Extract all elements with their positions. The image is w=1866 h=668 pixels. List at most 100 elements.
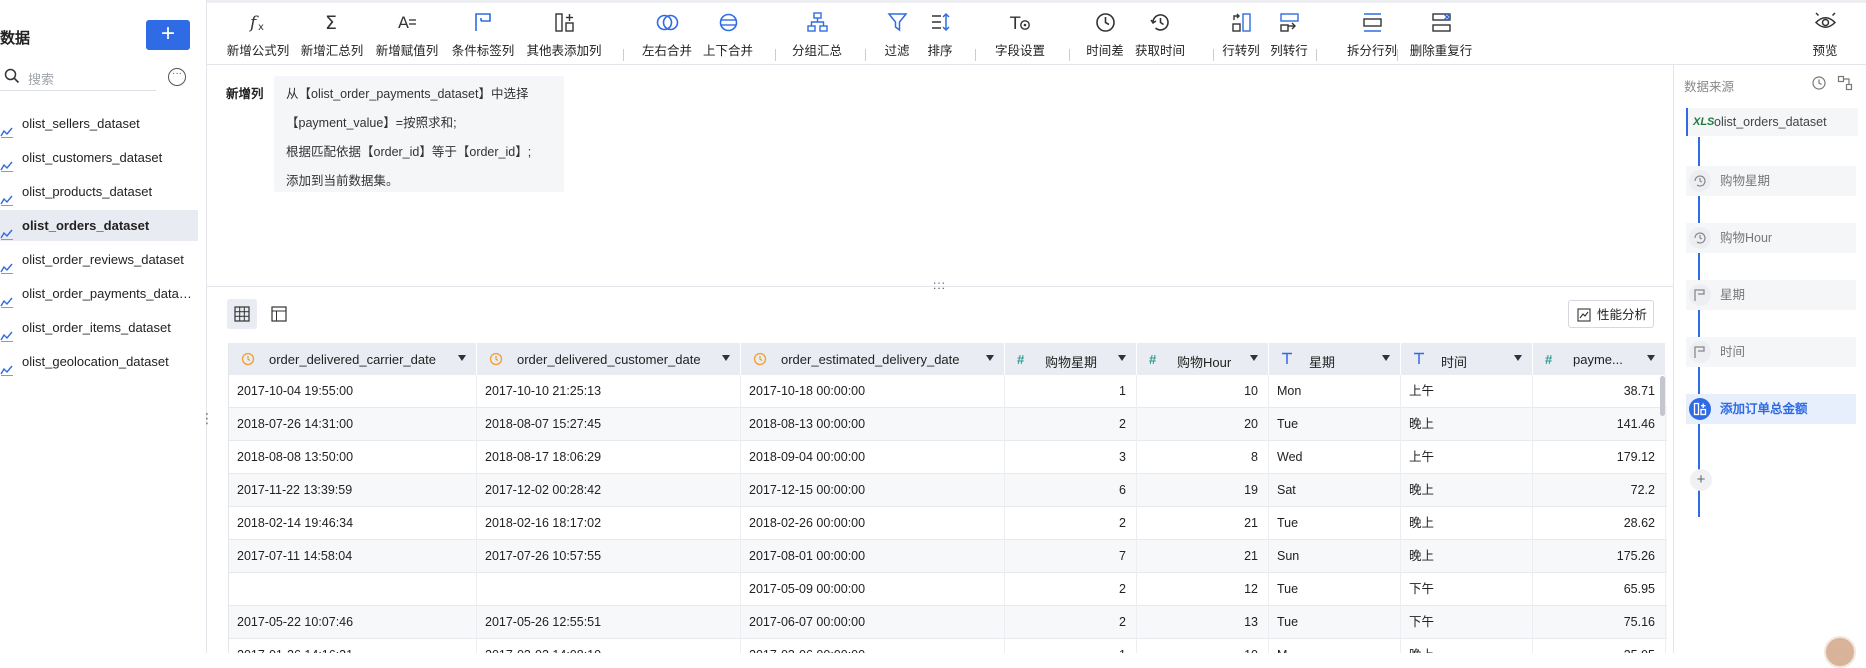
table-cell[interactable]: 2017-08-01 00:00:00 xyxy=(741,540,1005,573)
table-cell[interactable]: 2017-05-26 12:55:51 xyxy=(477,606,741,639)
table-cell[interactable]: 1 xyxy=(1005,639,1137,653)
table-cell[interactable]: 2 xyxy=(1005,507,1137,540)
chevron-down-icon[interactable] xyxy=(1647,355,1655,361)
step-item[interactable]: 时间 xyxy=(1686,337,1856,367)
table-cell[interactable]: 2017-07-11 14:58:04 xyxy=(229,540,477,573)
add-step-button[interactable]: + xyxy=(1690,469,1712,491)
table-cell[interactable]: 38.71 xyxy=(1533,375,1666,408)
table-cell[interactable]: 10 xyxy=(1137,375,1269,408)
table-cell[interactable]: 21 xyxy=(1137,540,1269,573)
dataset-item[interactable]: olist_orders_dataset xyxy=(0,210,198,241)
table-cell[interactable]: 晚上 xyxy=(1401,540,1533,573)
table-cell[interactable]: 2 xyxy=(1005,573,1137,606)
dataset-item[interactable]: olist_geolocation_dataset xyxy=(0,346,198,377)
chevron-down-icon[interactable] xyxy=(1514,355,1522,361)
table-cell[interactable]: 晚上 xyxy=(1401,474,1533,507)
dataset-item[interactable]: olist_order_payments_dataset xyxy=(0,278,198,309)
toolbar-button-group[interactable]: 分组汇总 xyxy=(777,9,857,59)
toolbar-button-table-add[interactable]: 其他表添加列 xyxy=(524,9,604,59)
table-cell[interactable]: 2017-10-18 00:00:00 xyxy=(741,375,1005,408)
table-cell[interactable]: 2017-06-07 00:00:00 xyxy=(741,606,1005,639)
table-cell[interactable]: Tue xyxy=(1269,507,1401,540)
toolbar-button-clock-refresh[interactable]: 获取时间 xyxy=(1120,9,1200,59)
column-header[interactable]: 时间 xyxy=(1401,343,1533,375)
column-header[interactable]: # payme... xyxy=(1533,343,1666,375)
table-cell[interactable]: 2017-05-09 00:00:00 xyxy=(741,573,1005,606)
table-cell[interactable]: Mon xyxy=(1269,375,1401,408)
table-cell[interactable]: Tue xyxy=(1269,408,1401,441)
table-cell[interactable]: 2 xyxy=(1005,606,1137,639)
table-cell[interactable]: 21 xyxy=(1137,507,1269,540)
table-cell[interactable]: Tue xyxy=(1269,573,1401,606)
table-cell[interactable]: 7 xyxy=(1005,540,1137,573)
dataset-item[interactable]: olist_customers_dataset xyxy=(0,142,198,173)
step-item[interactable]: 购物星期 xyxy=(1686,166,1856,196)
toolbar-button-eye[interactable]: 预览 xyxy=(1785,9,1865,59)
table-cell[interactable]: 上午 xyxy=(1401,375,1533,408)
dataset-item[interactable]: olist_products_dataset xyxy=(0,176,198,207)
column-header[interactable]: order_delivered_carrier_date xyxy=(229,343,477,375)
table-cell[interactable]: Wed xyxy=(1269,441,1401,474)
column-header[interactable]: # 购物星期 xyxy=(1005,343,1137,375)
toolbar-button-col-to-row[interactable]: 列转行 xyxy=(1249,9,1329,59)
table-cell[interactable]: 2017-03-06 00:00:00 xyxy=(741,639,1005,653)
table-cell[interactable]: Tue xyxy=(1269,606,1401,639)
table-cell[interactable]: 2018-02-16 18:17:02 xyxy=(477,507,741,540)
column-header[interactable]: # 购物Hour xyxy=(1137,343,1269,375)
toolbar-button-dedupe[interactable]: 删除重复行 xyxy=(1401,9,1481,59)
table-cell[interactable]: 2017-11-22 13:39:59 xyxy=(229,474,477,507)
table-cell[interactable]: 2017-01-26 14:16:31 xyxy=(229,639,477,653)
table-cell[interactable]: 2017-10-10 21:25:13 xyxy=(477,375,741,408)
chevron-down-icon[interactable] xyxy=(458,355,466,361)
sidebar-resize-handle[interactable]: ⋮ xyxy=(200,410,214,427)
chevron-down-icon[interactable] xyxy=(722,355,730,361)
table-cell[interactable]: 2017-05-22 10:07:46 xyxy=(229,606,477,639)
table-cell[interactable]: 2018-08-13 00:00:00 xyxy=(741,408,1005,441)
toolbar-button-sigma[interactable]: Σ 新增汇总列 xyxy=(292,9,372,59)
source-dataset[interactable]: XLS olist_orders_dataset xyxy=(1686,108,1858,136)
table-cell[interactable]: 下午 xyxy=(1401,606,1533,639)
table-cell[interactable]: Sat xyxy=(1269,474,1401,507)
table-cell[interactable]: 2018-02-14 19:46:34 xyxy=(229,507,477,540)
table-cell[interactable]: 2017-10-04 19:55:00 xyxy=(229,375,477,408)
lineage-icon[interactable] xyxy=(1837,75,1853,91)
performance-analysis-button[interactable]: 性能分析 xyxy=(1568,300,1654,328)
table-cell[interactable] xyxy=(229,573,477,606)
table-cell[interactable]: 75.16 xyxy=(1533,606,1666,639)
table-cell[interactable]: 2 xyxy=(1005,408,1137,441)
table-cell[interactable]: 179.12 xyxy=(1533,441,1666,474)
chevron-down-icon[interactable] xyxy=(1250,355,1258,361)
step-item[interactable]: 添加订单总金额 xyxy=(1686,394,1856,424)
table-cell[interactable]: 2018-09-04 00:00:00 xyxy=(741,441,1005,474)
table-cell[interactable]: 2017-12-02 00:28:42 xyxy=(477,474,741,507)
column-header[interactable]: 星期 xyxy=(1269,343,1401,375)
toolbar-button-field-settings[interactable]: T 字段设置 xyxy=(980,9,1060,59)
table-cell[interactable]: 6 xyxy=(1005,474,1137,507)
table-cell[interactable]: 3 xyxy=(1005,441,1137,474)
table-cell[interactable]: 2017-02-02 14:08:10 xyxy=(477,639,741,653)
dataset-item[interactable]: olist_sellers_dataset xyxy=(0,108,198,139)
table-cell[interactable]: 13 xyxy=(1137,606,1269,639)
table-cell[interactable] xyxy=(477,573,741,606)
table-scrollbar[interactable] xyxy=(1660,376,1665,416)
toolbar-button-sort[interactable]: 排序 xyxy=(900,9,980,59)
history-icon[interactable] xyxy=(1811,75,1827,91)
table-cell[interactable]: 20 xyxy=(1137,408,1269,441)
grid-view-toggle[interactable] xyxy=(227,299,257,329)
toolbar-button-merge-vertical[interactable]: 上下合并 xyxy=(688,9,768,59)
table-cell[interactable]: 上午 xyxy=(1401,441,1533,474)
table-cell[interactable]: 35.95 xyxy=(1533,639,1666,653)
table-cell[interactable]: 2017-12-15 00:00:00 xyxy=(741,474,1005,507)
search-input[interactable]: 搜索 xyxy=(0,64,156,91)
table-cell[interactable]: 65.95 xyxy=(1533,573,1666,606)
table-cell[interactable]: 12 xyxy=(1137,573,1269,606)
table-cell[interactable]: 28.62 xyxy=(1533,507,1666,540)
table-cell[interactable]: 1 xyxy=(1005,375,1137,408)
toolbar-button-flag[interactable]: 条件标签列 xyxy=(443,9,523,59)
avatar[interactable] xyxy=(1824,636,1856,668)
toolbar-button-assign[interactable]: A 新增赋值列 xyxy=(367,9,447,59)
table-cell[interactable]: 2018-08-08 13:50:00 xyxy=(229,441,477,474)
layout-view-toggle[interactable] xyxy=(264,299,294,329)
table-cell[interactable]: M xyxy=(1269,639,1401,653)
column-header[interactable]: order_estimated_delivery_date xyxy=(741,343,1005,375)
